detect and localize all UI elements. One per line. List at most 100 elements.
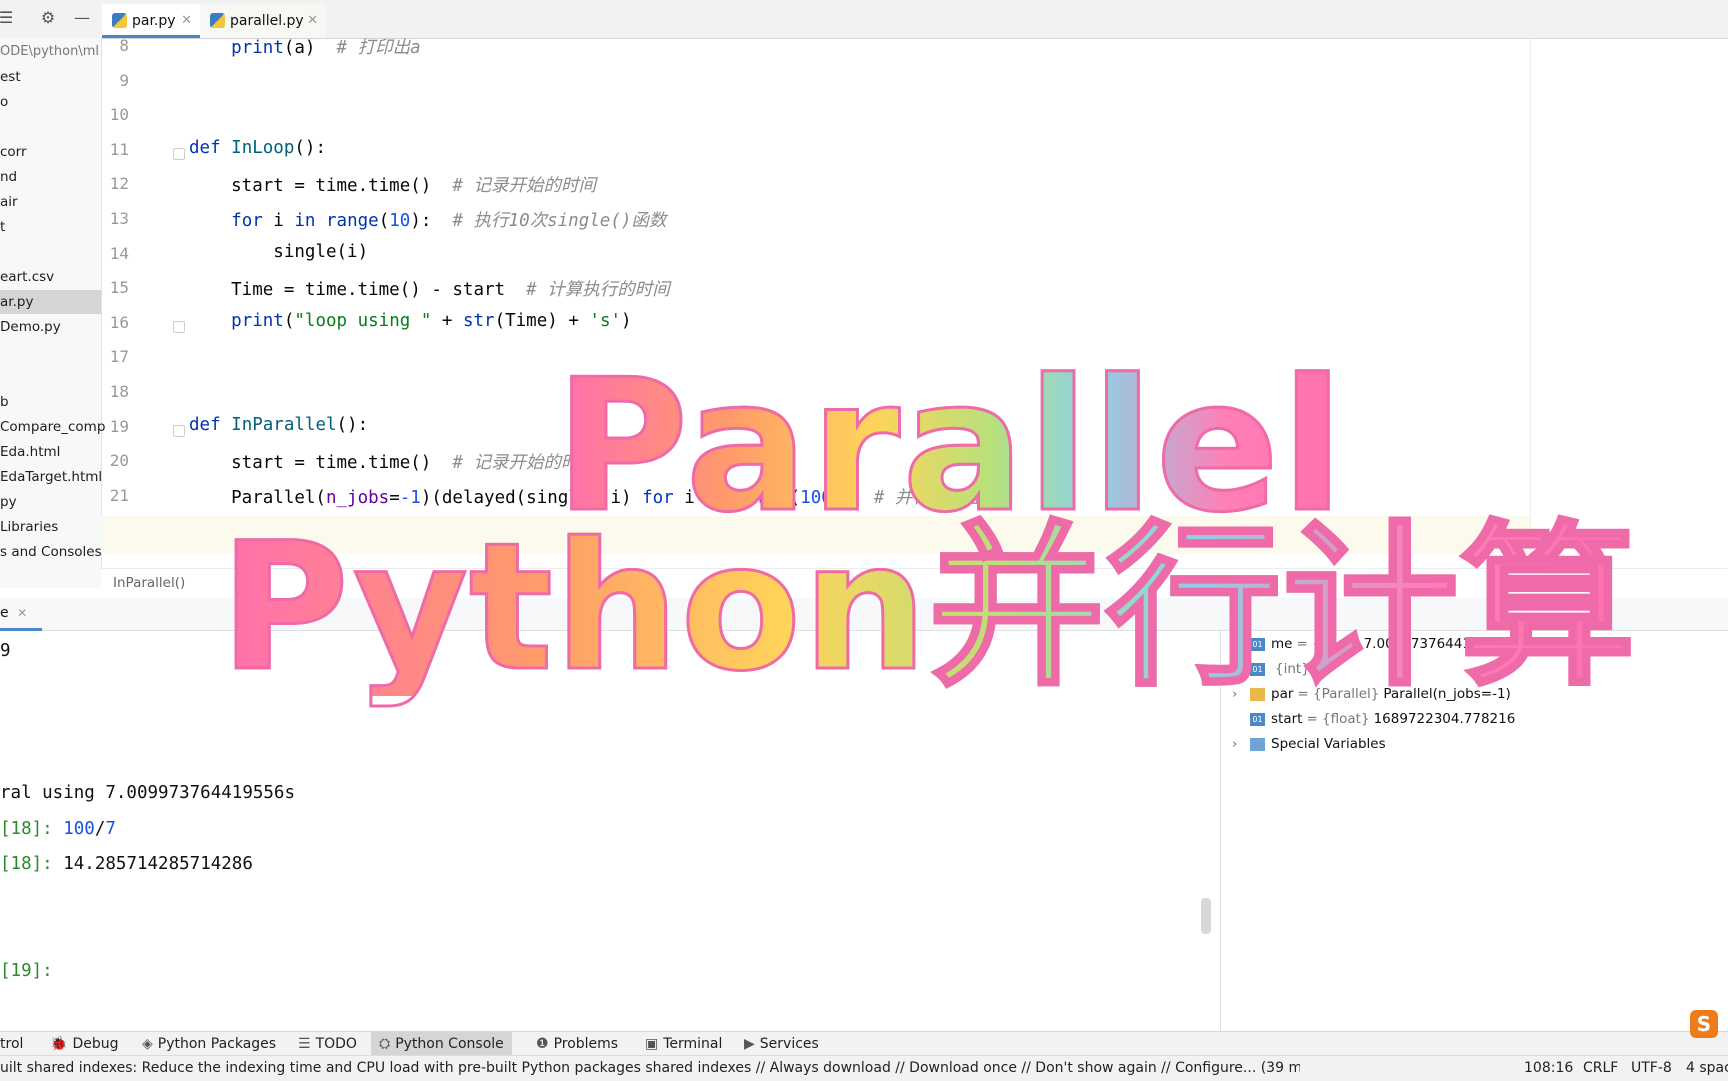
collapse-icon[interactable]: ☰ [0, 8, 16, 28]
minimize-icon[interactable]: — [72, 8, 92, 28]
project-tree-item[interactable]: py [0, 490, 17, 514]
console-tab[interactable]: e ✕ [0, 598, 42, 631]
tool-label: Problems [553, 1036, 619, 1052]
project-tree-item[interactable]: o [0, 90, 8, 114]
variable-value: 1689722304.778216 [1373, 711, 1516, 727]
console-line: ral using 7.009973764419556s [0, 783, 296, 803]
variable-name: start [1271, 711, 1303, 727]
fold-marker[interactable] [173, 424, 185, 437]
variable-row[interactable]: 01 start = {float} 1689722304.778216 [1232, 707, 1515, 731]
project-tree-item[interactable]: ar.py [0, 290, 101, 314]
code-line[interactable]: print(a) # 打印出a [189, 34, 420, 59]
python-file-icon [210, 13, 225, 28]
line-number: 15 [109, 278, 129, 298]
tool-python-console[interactable]: ⛭ Python Console [371, 1032, 512, 1056]
variable-row[interactable]: › Special Variables [1232, 732, 1394, 756]
code-line[interactable]: start = time.time() # 记录开始的时间 [189, 449, 596, 474]
layers-icon: ◈ [142, 1036, 153, 1052]
code-line[interactable]: for i in range(10): # 执行10次single()函数 [189, 207, 666, 232]
bug-icon: 🐞 [50, 1036, 68, 1052]
project-tree-item[interactable]: Demo.py [0, 315, 61, 339]
tool-services[interactable]: ▶ Services [744, 1032, 819, 1056]
code-comment: # 记录开始的时间 [452, 176, 596, 197]
line-number: 13 [109, 209, 129, 228]
fold-marker[interactable] [173, 320, 185, 333]
console-line: 9 [0, 641, 11, 661]
close-icon[interactable]: ✕ [17, 606, 27, 620]
project-tree-item[interactable]: eart.csv [0, 265, 54, 289]
file-encoding[interactable]: UTF-8 [1631, 1056, 1672, 1081]
project-tree-item[interactable]: s and Consoles [0, 540, 102, 564]
console-tab-label: e [0, 605, 9, 621]
python-file-icon [112, 13, 127, 28]
project-tree-item[interactable]: ODE\python\ml [0, 40, 99, 64]
project-tree-item[interactable]: Libraries [0, 515, 58, 539]
tool-python-packages[interactable]: ◈ Python Packages [142, 1032, 276, 1056]
line-number: 21 [109, 485, 129, 505]
project-tree-item[interactable]: t [0, 215, 5, 239]
line-number: 18 [109, 382, 129, 401]
tool-terminal[interactable]: ▣ Terminal [645, 1032, 722, 1056]
code-line[interactable]: single(i) [189, 242, 368, 262]
line-number: 19 [109, 416, 129, 436]
code-text: Time = time.time() - start [189, 280, 527, 301]
close-icon[interactable]: ✕ [307, 4, 318, 38]
project-tree-item[interactable]: b [0, 390, 9, 414]
tab-label: parallel.py [230, 13, 304, 29]
line-number: 17 [109, 347, 129, 367]
tool-label: Services [759, 1036, 819, 1052]
tool-debug[interactable]: 🐞 Debug [50, 1032, 118, 1056]
tab-parallel-py[interactable]: parallel.py ✕ [200, 4, 326, 38]
code-line[interactable]: print("loop using " + str(Time) + 's') [189, 310, 632, 331]
project-tree-item[interactable]: est [0, 65, 21, 89]
code-text: start = time.time() [189, 176, 453, 197]
line-number: 8 [119, 36, 129, 55]
play-circle-icon: ▶ [744, 1036, 755, 1052]
code-line[interactable]: def InLoop(): [189, 138, 326, 158]
line-number: 10 [109, 105, 129, 125]
breadcrumb-item[interactable]: InParallel() [113, 575, 185, 591]
code-comment: # 计算执行的时间 [526, 280, 670, 301]
gear-icon[interactable]: ⚙ [38, 8, 58, 28]
code-text: single(i) [189, 241, 369, 262]
tool-window-bar: trol 🐞 Debug ◈ Python Packages ☰ TODO ⛭ Pyth… [0, 1031, 1728, 1056]
code-line[interactable]: def InParallel(): [189, 415, 368, 435]
line-number: 14 [109, 243, 129, 263]
code-line[interactable]: Time = time.time() - start # 计算执行的时间 [189, 276, 670, 301]
tool-problems[interactable]: ❶ Problems [536, 1032, 618, 1056]
line-number: 12 [109, 174, 129, 194]
console-scrollbar[interactable] [1201, 898, 1211, 934]
code-text: print("loop using " + str(Time) + 's') [231, 310, 632, 331]
indent-setting[interactable]: 4 spac [1686, 1056, 1728, 1081]
info-icon: ❶ [536, 1036, 549, 1052]
code-line[interactable]: start = time.time() # 记录开始的时间 [189, 172, 596, 197]
project-tree-item[interactable]: nd [0, 165, 17, 189]
project-tree-item[interactable]: Compare_comp [0, 415, 105, 439]
status-message[interactable]: uilt shared indexes: Reduce the indexing… [0, 1056, 1300, 1081]
caret-position[interactable]: 108:16 [1524, 1056, 1573, 1081]
close-icon[interactable]: ✕ [181, 4, 192, 38]
tool-label: trol [0, 1036, 24, 1052]
tool-todo[interactable]: ☰ TODO [298, 1032, 357, 1056]
watermark-logo: S [1690, 1010, 1718, 1038]
list-icon: ☰ [298, 1036, 311, 1052]
project-tree-item[interactable]: air [0, 190, 18, 214]
line-number: 16 [109, 312, 129, 332]
tool-version-control[interactable]: trol [0, 1032, 23, 1056]
code-text: print(a) [231, 38, 337, 58]
python-icon: ⛭ [379, 1036, 391, 1052]
code-text: start = time.time() [189, 453, 453, 474]
chevron-right-icon[interactable]: › [1232, 732, 1250, 756]
line-separator[interactable]: CRLF [1583, 1056, 1618, 1081]
tab-par-py[interactable]: par.py ✕ [102, 4, 200, 38]
project-tree-item[interactable]: Eda.html [0, 440, 60, 464]
terminal-icon: ▣ [645, 1036, 659, 1052]
tool-label: TODO [315, 1036, 357, 1052]
fold-marker[interactable] [173, 147, 185, 160]
console-line: [18]: 14.285714285714286 [0, 854, 253, 874]
project-tree-item[interactable]: corr [0, 140, 27, 164]
right-margin-guide [1530, 38, 1531, 568]
line-number: 9 [119, 70, 129, 90]
project-tree-item[interactable]: EdaTarget.html [0, 465, 102, 489]
tool-label: Python Console [395, 1036, 504, 1052]
